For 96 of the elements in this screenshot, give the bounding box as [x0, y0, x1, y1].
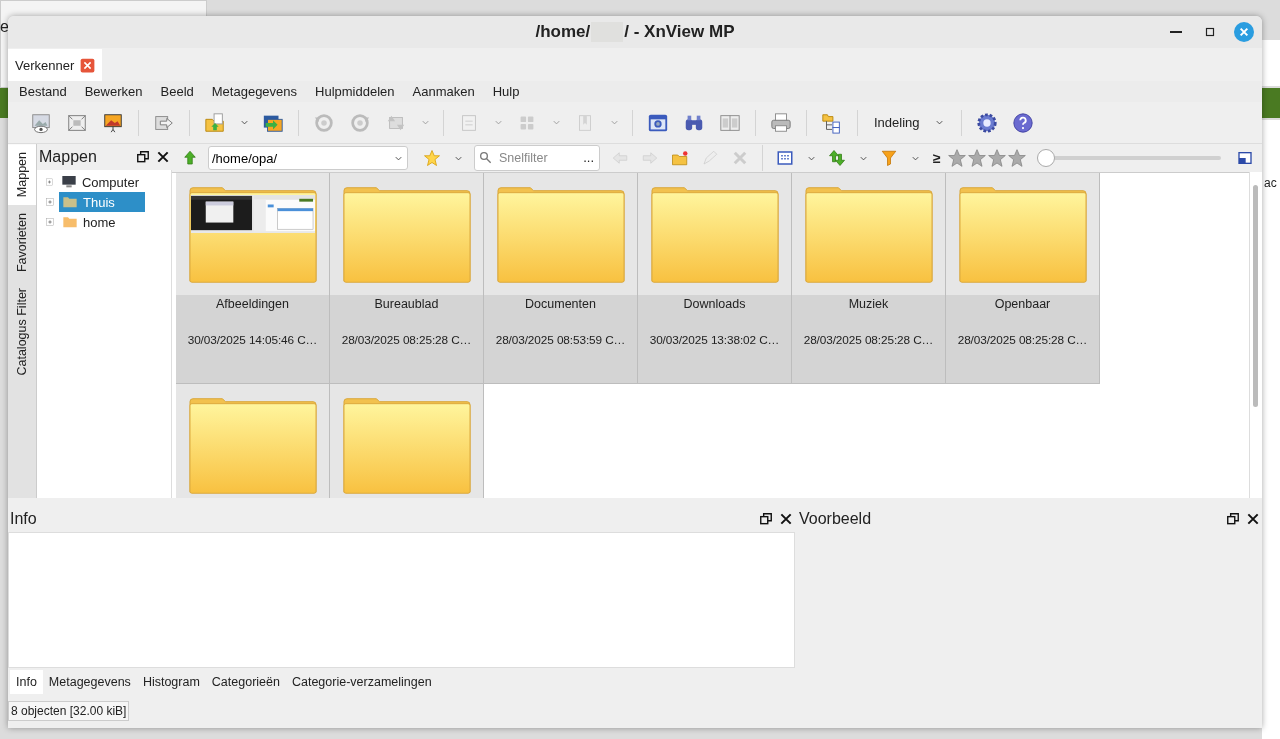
folder-icon: [650, 186, 779, 284]
page-background: [1262, 40, 1280, 86]
expand-icon[interactable]: [45, 177, 54, 187]
sort-arrows-icon: [828, 149, 846, 167]
file-name: Afbeeldingen: [216, 297, 289, 313]
help-icon: [1011, 111, 1034, 134]
file-name: Documenten: [525, 297, 596, 313]
menu-item[interactable]: Bestand: [12, 84, 74, 99]
star-icon: [423, 149, 441, 167]
rotate-right-icon: [349, 111, 371, 134]
folder-icon: [342, 397, 471, 495]
document-tab[interactable]: Verkenner: [8, 49, 103, 81]
menu-item[interactable]: Hulp: [485, 84, 527, 99]
slider-thumb[interactable]: [1036, 149, 1055, 167]
thumbnail-item[interactable]: Muziek 28/03/2025 08:25:28 C…: [792, 173, 946, 384]
tree-item[interactable]: Computer: [57, 172, 145, 192]
search-icon: [478, 150, 494, 166]
folder-icon: [342, 186, 471, 284]
grid-view-icon: [776, 149, 794, 167]
close-icon[interactable]: [1246, 512, 1260, 526]
delete-icon: [731, 149, 749, 167]
zoom-slider[interactable]: [1036, 149, 1221, 167]
folder-icon: [61, 214, 79, 230]
close-button[interactable]: [1234, 22, 1254, 42]
minimize-icon: [1170, 31, 1182, 33]
operator-text: ≥: [933, 150, 941, 166]
menu-item[interactable]: Bewerken: [77, 84, 150, 99]
thumbnail-item[interactable]: Documenten 28/03/2025 08:53:59 C…: [484, 173, 638, 384]
settings-icon: [975, 111, 998, 134]
thumbnail-item[interactable]: Afbeeldingen 30/03/2025 14:05:46 C…: [176, 173, 330, 384]
more-button[interactable]: ...: [583, 150, 594, 165]
file-name: Muziek: [848, 297, 889, 313]
status-text: 8 objecten [32.00 kiB]: [8, 701, 130, 721]
banner: [0, 88, 8, 118]
menu-item[interactable]: Aanmaken: [405, 84, 482, 99]
menu-item[interactable]: Beeld: [153, 84, 201, 99]
file-date: 28/03/2025 08:25:28 C…: [803, 333, 934, 347]
monitor-icon: [59, 174, 78, 190]
folder-tree-icon: [821, 111, 843, 134]
panel-tab[interactable]: Categorieën: [205, 670, 286, 694]
float-icon[interactable]: [1226, 512, 1240, 526]
up-arrow-icon: [181, 149, 199, 167]
page-text: ac: [1264, 176, 1277, 190]
tree-item[interactable]: Thuis: [59, 192, 145, 212]
folder-icon: [804, 186, 933, 284]
back-arrow-icon: [611, 149, 629, 167]
window-title: / - XnView MP: [624, 22, 735, 42]
path-field[interactable]: /home/opa/: [208, 146, 408, 170]
layout-menu[interactable]: Indeling: [866, 107, 953, 138]
new-folder-icon: [671, 149, 689, 167]
close-icon[interactable]: [156, 150, 170, 164]
expand-icon[interactable]: [45, 197, 55, 207]
file-date: 28/03/2025 08:25:28 C…: [341, 333, 472, 347]
eye-picture-icon: [30, 111, 52, 134]
side-tab[interactable]: Mappen: [8, 144, 36, 206]
menu-item[interactable]: Metagegevens: [204, 84, 305, 99]
folder-icon: [61, 194, 79, 210]
thumbnail-item[interactable]: Bureaublad 28/03/2025 08:25:28 C…: [330, 173, 484, 384]
panel-tab[interactable]: Info: [10, 670, 43, 694]
thumbnail-item[interactable]: Downloads 30/03/2025 13:38:02 C…: [638, 173, 792, 384]
window-title: /home/: [535, 22, 591, 42]
scrollbar[interactable]: [1249, 172, 1262, 498]
panel-title: Info: [10, 510, 38, 528]
panel-icon[interactable]: [1236, 150, 1253, 166]
file-date: 30/03/2025 13:38:02 C…: [649, 333, 780, 347]
filter-icon: [880, 149, 898, 167]
panel-title: Voorbeeld: [799, 510, 873, 528]
expand-icon[interactable]: [45, 217, 55, 227]
folder-icon: [496, 186, 625, 284]
thumbnail-item[interactable]: Openbaar 28/03/2025 08:25:28 C…: [946, 173, 1100, 384]
panel-title: Mappen: [39, 148, 98, 166]
file-date: 28/03/2025 08:53:59 C…: [495, 333, 626, 347]
forward-arrow-icon: [641, 149, 659, 167]
panel-tab[interactable]: Metagegevens: [42, 670, 137, 694]
panel-tab[interactable]: Histogram: [136, 670, 206, 694]
folder-open-icon: [204, 111, 226, 134]
rotate-left-icon: [313, 111, 335, 134]
panel-tab[interactable]: Categorie-verzamelingen: [285, 670, 438, 694]
folder-icon: [188, 397, 317, 495]
maximize-icon: [1203, 25, 1217, 39]
file-date: 28/03/2025 08:25:28 C…: [957, 333, 1088, 347]
float-icon[interactable]: [759, 512, 773, 526]
file-name: Downloads: [683, 297, 746, 313]
printer-icon: [770, 111, 792, 134]
file-name: Bureaublad: [374, 297, 439, 313]
file-date: 30/03/2025 14:05:46 C…: [187, 333, 318, 347]
folder-icon: [958, 186, 1087, 284]
float-icon[interactable]: [136, 150, 150, 164]
tree-item[interactable]: home: [59, 212, 145, 232]
file-name: Openbaar: [994, 297, 1051, 313]
slideshow-icon: [102, 111, 124, 134]
page-text: e: [0, 18, 9, 36]
close-icon[interactable]: [779, 512, 793, 526]
banner: [1262, 88, 1280, 118]
pencil-icon: [701, 149, 719, 167]
menu-item[interactable]: Hulpmiddelen: [308, 84, 402, 99]
